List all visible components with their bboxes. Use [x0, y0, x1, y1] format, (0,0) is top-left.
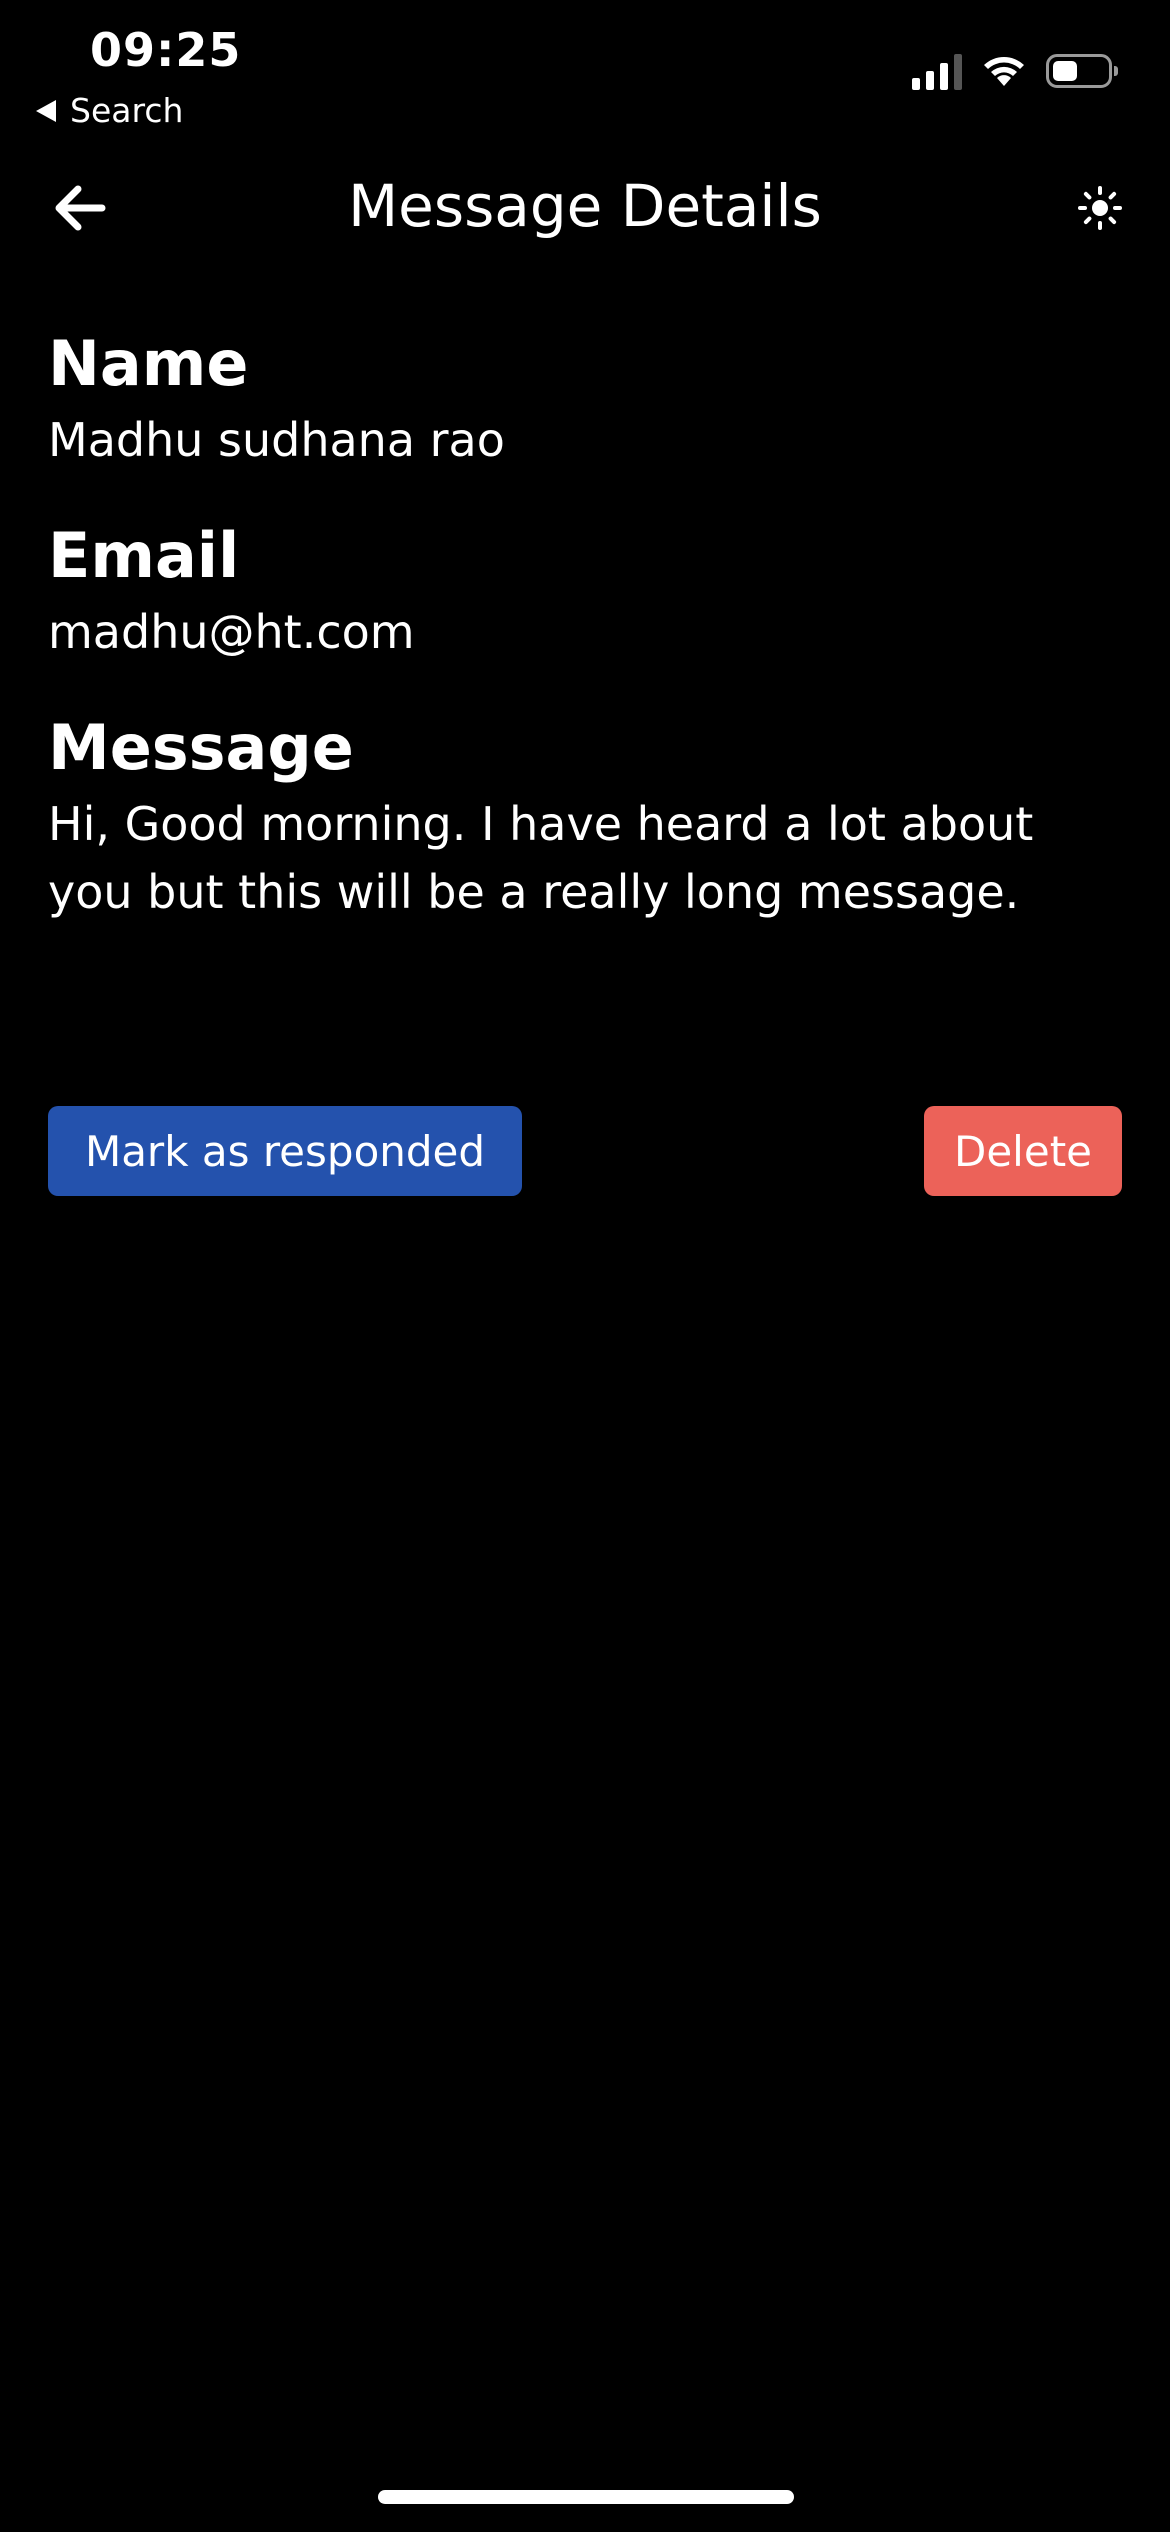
action-bar: Mark as responded Delete — [48, 1106, 1122, 1196]
sun-icon — [1078, 186, 1122, 230]
name-label: Name — [48, 327, 249, 400]
page-title: Message Details — [348, 172, 822, 240]
status-icons — [912, 52, 1118, 90]
email-label: Email — [48, 519, 240, 592]
message-details: Name Madhu sudhana rao Email madhu@ht.co… — [48, 322, 1122, 966]
mark-as-responded-button[interactable]: Mark as responded — [48, 1106, 522, 1196]
message-field: Message Hi, Good morning. I have heard a… — [48, 706, 1122, 926]
home-indicator[interactable] — [378, 2490, 794, 2504]
back-triangle-icon — [36, 100, 56, 122]
status-time: 09:25 — [90, 23, 242, 77]
battery-icon — [1046, 54, 1118, 88]
name-field: Name Madhu sudhana rao — [48, 322, 1122, 474]
cellular-signal-icon — [912, 52, 962, 90]
email-field: Email madhu@ht.com — [48, 514, 1122, 666]
status-back-to-search[interactable]: Search — [36, 88, 183, 134]
status-back-label: Search — [70, 91, 184, 130]
wifi-icon — [984, 57, 1024, 86]
name-value: Madhu sudhana rao — [48, 413, 505, 467]
delete-button[interactable]: Delete — [924, 1106, 1122, 1196]
theme-toggle-button[interactable] — [1074, 182, 1126, 234]
message-label: Message — [48, 711, 354, 784]
email-value: madhu@ht.com — [48, 605, 415, 659]
message-value: Hi, Good morning. I have heard a lot abo… — [48, 797, 1034, 919]
